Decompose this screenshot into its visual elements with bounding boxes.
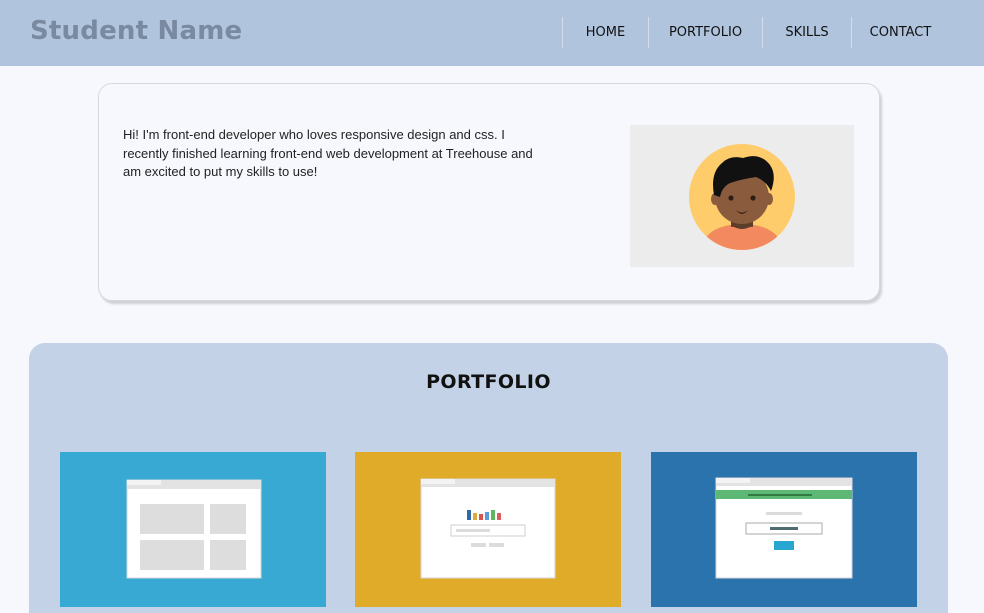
site-header: Student Name HOME PORTFOLIO SKILLS CONTA…: [0, 0, 984, 66]
portfolio-title: PORTFOLIO: [426, 371, 551, 393]
intro-text: Hi! I'm front-end developer who loves re…: [123, 127, 533, 180]
brand-name[interactable]: Student Name: [30, 16, 242, 46]
student-avatar-icon: [689, 144, 795, 250]
avatar: [630, 125, 854, 267]
bar-chart-search-wireframe-icon: [355, 452, 621, 607]
project-card-2[interactable]: [355, 452, 621, 607]
nav-portfolio[interactable]: PORTFOLIO: [648, 17, 762, 48]
portfolio-section: PORTFOLIO: [29, 343, 948, 613]
nav-skills[interactable]: SKILLS: [762, 17, 851, 48]
project-card-3[interactable]: [651, 452, 917, 607]
main-nav: HOME PORTFOLIO SKILLS CONTACT: [562, 17, 949, 48]
nav-contact[interactable]: CONTACT: [851, 17, 949, 48]
project-card-1[interactable]: [60, 452, 326, 607]
login-form-wireframe-icon: [651, 452, 917, 607]
intro-card: Hi! I'm front-end developer who loves re…: [98, 83, 880, 301]
grid-layout-wireframe-icon: [60, 452, 326, 607]
nav-home[interactable]: HOME: [562, 17, 648, 48]
